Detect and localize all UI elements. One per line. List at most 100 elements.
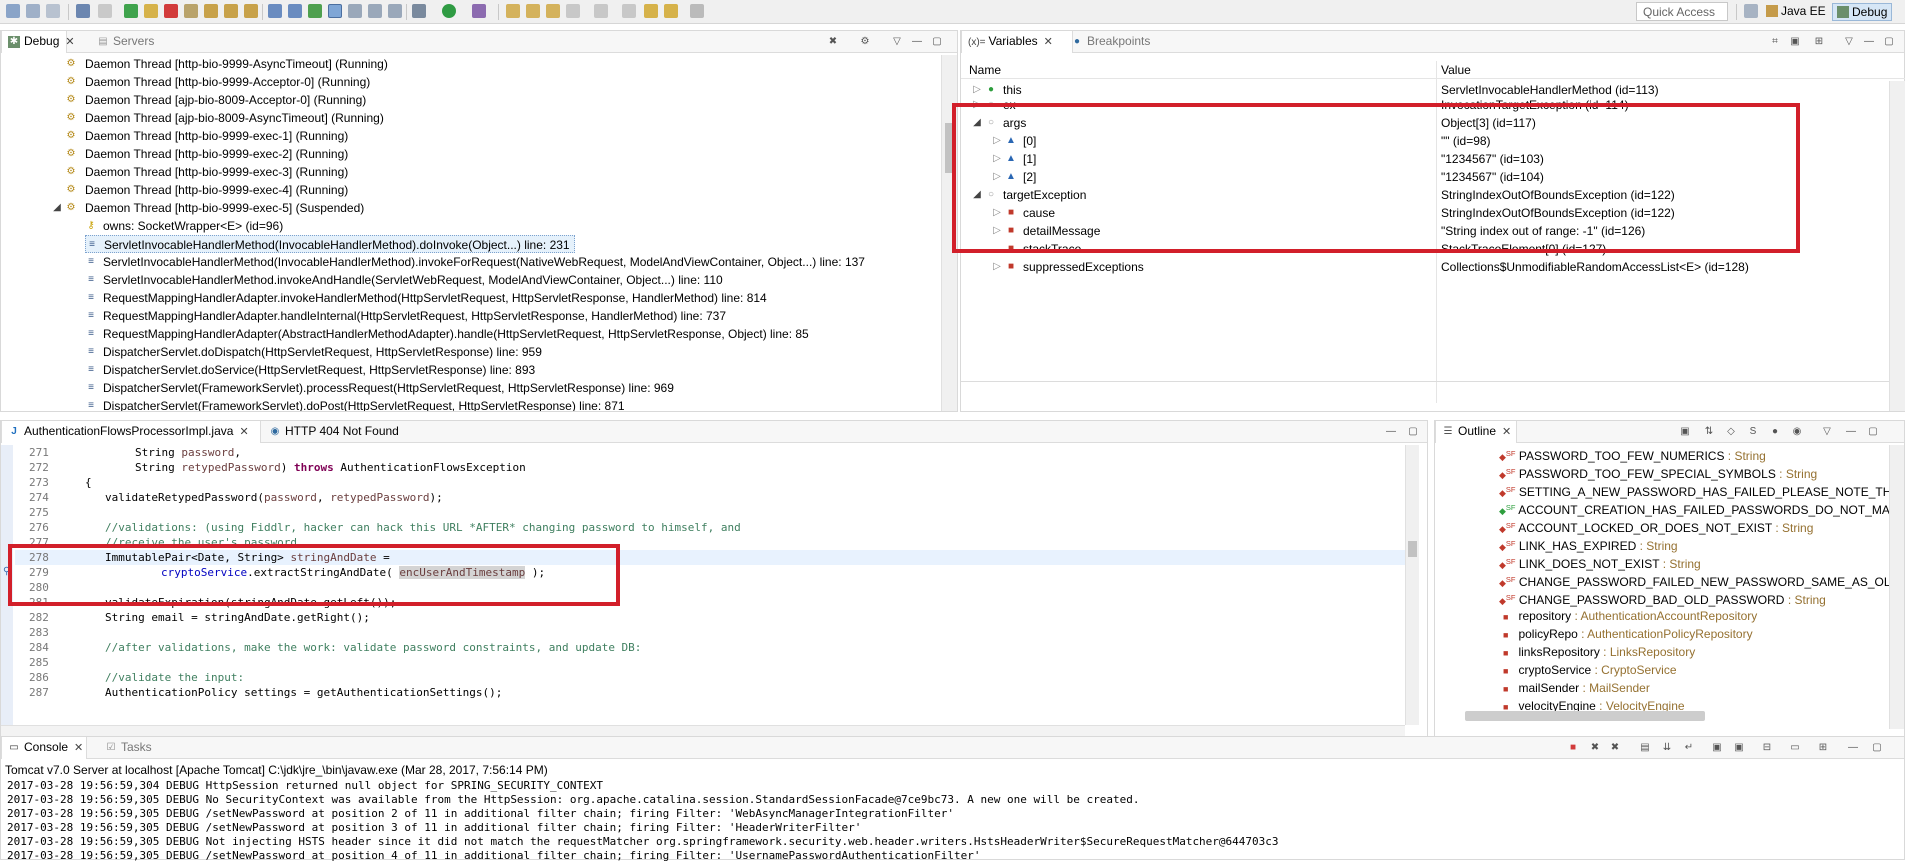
expand-arrow-icon[interactable]: ▷ — [971, 99, 983, 111]
var-value[interactable]: StringIndexOutOfBoundsException (id=122) — [1441, 204, 1675, 222]
open-resource-icon[interactable] — [526, 4, 540, 18]
variables-scrollbar[interactable] — [1889, 81, 1905, 411]
stack-frame[interactable]: ≡ ServletInvocableHandlerMethod(Invocable… — [85, 253, 865, 271]
toolbar-icon-b[interactable] — [368, 4, 382, 18]
show-type-names-icon[interactable]: ⌗ — [1769, 36, 1781, 48]
outline-field[interactable]: ■ cryptoService : CryptoService — [1503, 661, 1677, 679]
console-icon[interactable] — [76, 4, 90, 18]
var-value[interactable]: "String index out of range: -1" (id=126) — [1441, 222, 1645, 240]
close-icon[interactable]: ✕ — [239, 426, 248, 438]
outline-hscroll-thumb[interactable] — [1465, 711, 1705, 721]
var-row-detailmessage[interactable]: ▷ ■ detailMessage — [991, 222, 1100, 240]
stack-frame[interactable]: ≡ DispatcherServlet.doDispatch(HttpServle… — [85, 343, 542, 361]
step-into-icon[interactable] — [204, 4, 218, 18]
var-row-stacktrace[interactable]: ■ stackTrace — [991, 240, 1081, 258]
search-icon[interactable] — [546, 4, 560, 18]
open-console-icon[interactable]: ⊞ — [1817, 742, 1829, 754]
expand-arrow-icon[interactable]: ▷ — [991, 153, 1003, 165]
hide-nonpublic-icon[interactable]: ● — [1769, 426, 1781, 438]
var-value[interactable]: InvocationTargetException (id=114) — [1441, 96, 1629, 114]
toggle-icon[interactable] — [328, 4, 342, 18]
step-over-icon[interactable] — [224, 4, 238, 18]
maximize-icon[interactable]: ▢ — [931, 36, 943, 48]
new-icon[interactable] — [6, 4, 20, 18]
collapse-all-icon[interactable]: ▣ — [1679, 426, 1691, 438]
tree-item-monitor[interactable]: ⚷ owns: SocketWrapper<E> (id=96) — [85, 217, 283, 235]
var-row-ex[interactable]: ▷ ○ ex — [971, 96, 1016, 114]
outline-field[interactable]: ■ repository : AuthenticationAccountRepo… — [1503, 607, 1757, 625]
sort-icon[interactable]: ⇅ — [1703, 426, 1715, 438]
expand-arrow-icon[interactable]: ▷ — [991, 207, 1003, 219]
outline-field[interactable]: ◆SF PASSWORD_TOO_FEW_NUMERICS : String — [1499, 445, 1766, 463]
hide-static-icon[interactable]: S — [1747, 426, 1759, 438]
stack-frame[interactable]: ≡ DispatcherServlet(FrameworkServlet).pro… — [85, 379, 674, 397]
close-icon[interactable]: ✕ — [1044, 36, 1053, 48]
column-name[interactable]: Name — [969, 61, 1001, 79]
tree-item-thread[interactable]: ⚙ Daemon Thread [http-bio-9999-AsyncTimeo… — [65, 55, 388, 73]
tree-item-thread[interactable]: ⚙ Daemon Thread [http-bio-9999-exec-4] (R… — [65, 181, 349, 199]
outline-field[interactable]: ◆SF SETTING_A_NEW_PASSWORD_HAS_FAILED_PL… — [1499, 481, 1889, 499]
pin-console-icon[interactable]: ⊟ — [1761, 742, 1773, 754]
expand-arrow-icon[interactable]: ▷ — [991, 225, 1003, 237]
var-row-element[interactable]: ▷ ▲ [0] — [991, 132, 1036, 150]
run-icon[interactable] — [442, 4, 456, 18]
outline-field[interactable]: ■ policyRepo : AuthenticationPolicyRepos… — [1503, 625, 1753, 643]
debug-scrollbar[interactable] — [941, 55, 957, 411]
close-icon[interactable]: ✕ — [65, 36, 74, 48]
last-edit-icon[interactable] — [644, 4, 658, 18]
tab-authflows-java[interactable]: J AuthenticationFlowsProcessorImpl.java ✕ — [1, 421, 261, 443]
show-logical-icon[interactable]: ⊞ — [1813, 36, 1825, 48]
close-icon[interactable]: ✕ — [1502, 426, 1511, 438]
stack-frame[interactable]: ≡ RequestMappingHandlerAdapter.invokeHand… — [85, 289, 767, 307]
step-return-icon[interactable] — [244, 4, 258, 18]
drop-to-frame-icon[interactable] — [268, 4, 282, 18]
tab-console[interactable]: ▭ Console ✕ — [1, 737, 87, 759]
maximize-icon[interactable]: ▢ — [1867, 426, 1879, 438]
perspective-debug[interactable]: Debug — [1832, 3, 1893, 21]
external-tools-icon[interactable] — [472, 4, 486, 18]
debug-run-icon[interactable] — [308, 4, 322, 18]
tab-http-404[interactable]: ◉ HTTP 404 Not Found — [263, 421, 405, 443]
outline-field[interactable]: ◆SF ACCOUNT_LOCKED_OR_DOES_NOT_EXIST : S… — [1499, 517, 1813, 535]
debug-view-menu-icon[interactable]: ⚙ — [859, 36, 871, 48]
disconnect-icon[interactable] — [184, 4, 198, 18]
scroll-thumb[interactable] — [945, 123, 954, 173]
var-row-args[interactable]: ◢ ○ args — [971, 114, 1026, 132]
skip-breakpoints-icon[interactable] — [98, 4, 112, 18]
var-value[interactable]: "1234567" (id=104) — [1441, 168, 1544, 186]
var-row-suppressed[interactable]: ▷ ■ suppressedExceptions — [991, 258, 1144, 276]
collapse-all-icon[interactable]: ▣ — [1789, 36, 1801, 48]
outline-field[interactable]: ◆SF LINK_DOES_NOT_EXIST : String — [1499, 553, 1701, 571]
expand-arrow-icon[interactable]: ▷ — [991, 135, 1003, 147]
word-wrap-icon[interactable]: ↵ — [1683, 742, 1695, 754]
collapse-arrow-icon[interactable]: ◢ — [971, 117, 983, 129]
stack-frame[interactable]: ≡ ServletInvocableHandlerMethod.invokeAnd… — [85, 271, 723, 289]
stack-frame-selected[interactable]: ≡ ServletInvocableHandlerMethod(Invocable… — [85, 235, 575, 253]
tree-item-thread[interactable]: ⚙ Daemon Thread [http-bio-9999-exec-3] (R… — [65, 163, 349, 181]
var-value[interactable]: "1234567" (id=103) — [1441, 150, 1544, 168]
view-menu-icon[interactable]: ▽ — [891, 36, 903, 48]
suspend-icon[interactable] — [144, 4, 158, 18]
stack-frame[interactable]: ≡ DispatcherServlet.doService(HttpServlet… — [85, 361, 535, 379]
minimize-icon[interactable]: — — [1847, 742, 1859, 754]
use-step-filters-icon[interactable] — [288, 4, 302, 18]
show-stdout-icon[interactable]: ▣ — [1711, 742, 1723, 754]
tab-variables[interactable]: (x)= Variables ✕ — [961, 31, 1073, 53]
var-value[interactable]: Object[3] (id=117) — [1441, 114, 1536, 132]
tree-item-thread-suspended[interactable]: ◢ ⚙ Daemon Thread [http-bio-9999-exec-5] (… — [51, 199, 364, 217]
toolbar-icon-a[interactable] — [348, 4, 362, 18]
scroll-lock-icon[interactable]: ⇊ — [1661, 742, 1673, 754]
toolbar-icon-c[interactable] — [388, 4, 402, 18]
hide-local-types-icon[interactable]: ◉ — [1791, 426, 1803, 438]
next-annotation-icon[interactable] — [594, 4, 608, 18]
tab-tasks[interactable]: ☑ Tasks — [99, 737, 158, 759]
outline-field[interactable]: ◆SF CHANGE_PASSWORD_BAD_OLD_PASSWORD : S… — [1499, 589, 1826, 607]
tab-breakpoints[interactable]: ● Breakpoints — [1065, 31, 1156, 53]
prev-annotation-icon[interactable] — [622, 4, 636, 18]
var-value[interactable]: Collections$UnmodifiableRandomAccessList… — [1441, 258, 1749, 276]
resume-icon[interactable] — [124, 4, 138, 18]
outline-field[interactable]: ◆SF PASSWORD_TOO_FEW_SPECIAL_SYMBOLS : S… — [1499, 463, 1817, 481]
tree-item-thread[interactable]: ⚙ Daemon Thread [http-bio-9999-Acceptor-0… — [65, 73, 371, 91]
maximize-icon[interactable]: ▢ — [1871, 742, 1883, 754]
var-value[interactable]: "" (id=98) — [1441, 132, 1491, 150]
